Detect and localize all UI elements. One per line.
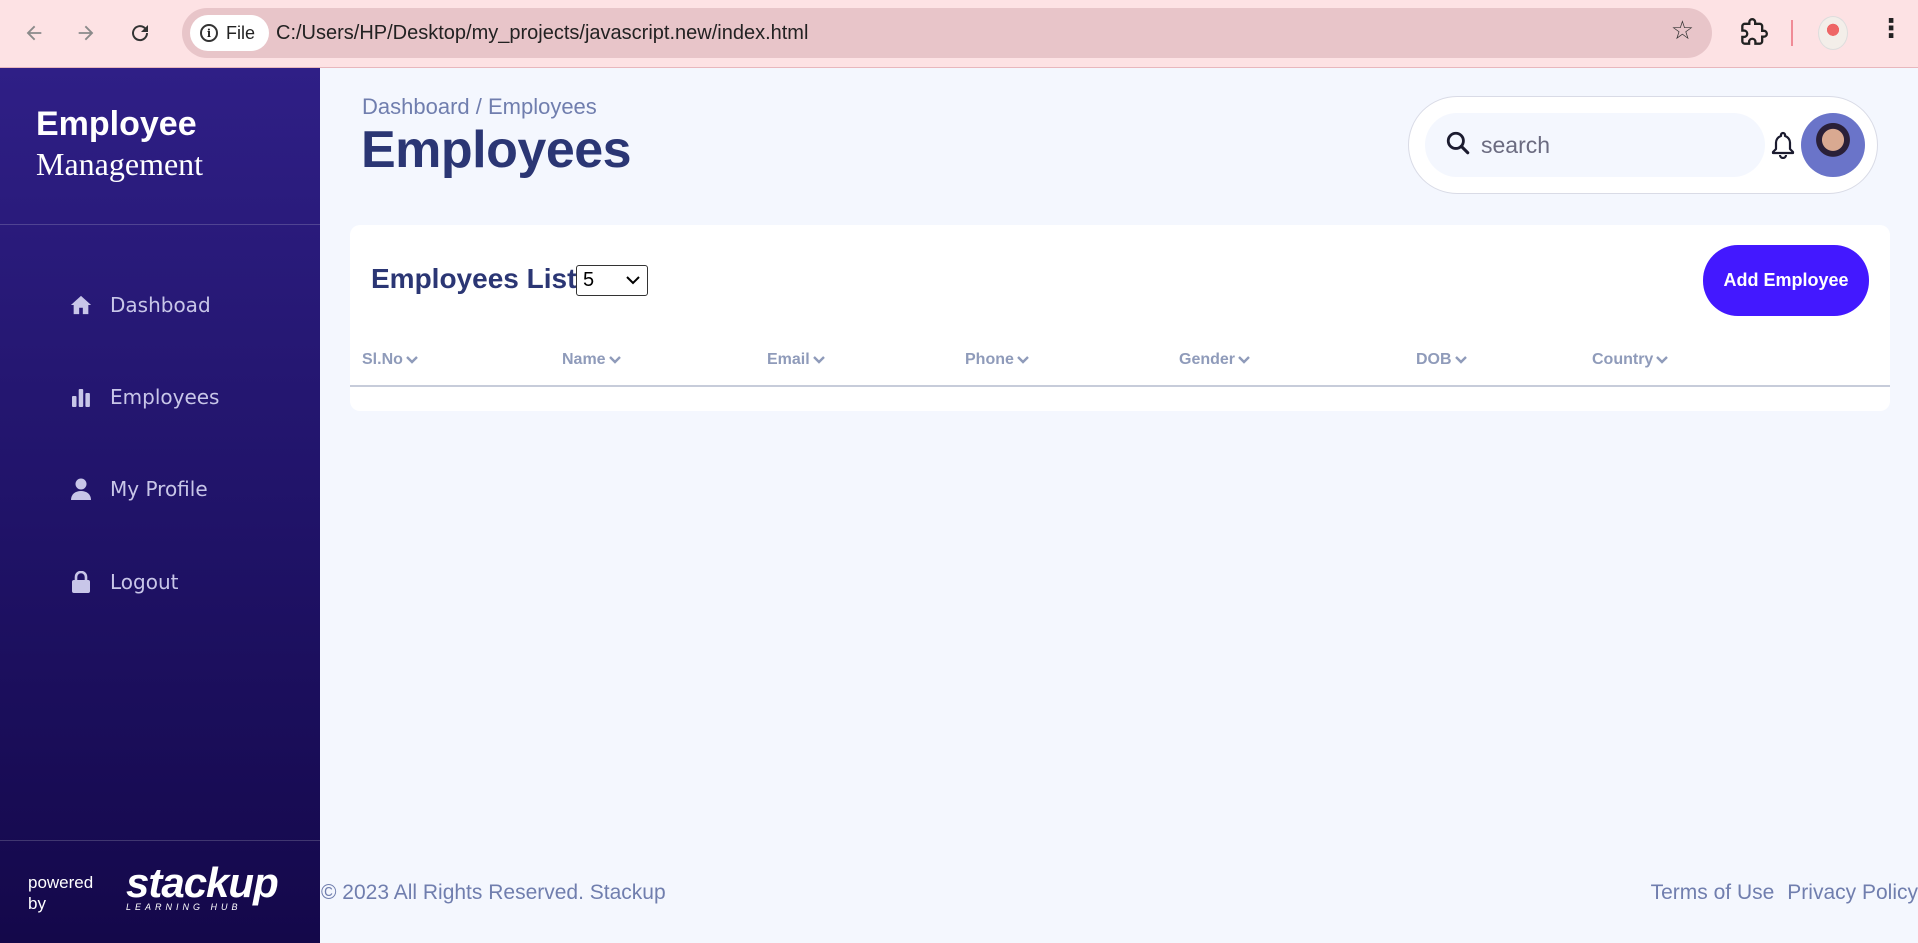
terms-link[interactable]: Terms of Use — [1651, 881, 1775, 905]
reload-icon[interactable] — [124, 17, 156, 49]
privacy-link[interactable]: Privacy Policy — [1787, 881, 1918, 905]
toolbar-separator — [1791, 20, 1793, 46]
column-label: Phone — [965, 351, 1014, 368]
address-bar[interactable]: i File C:/Users/HP/Desktop/my_projects/j… — [182, 8, 1712, 58]
column-label: Name — [562, 351, 606, 368]
search-box[interactable] — [1425, 113, 1765, 177]
stackup-logo-word: stackup — [126, 859, 279, 906]
bookmark-star-icon[interactable]: ☆ — [1671, 16, 1694, 46]
add-employee-button[interactable]: Add Employee — [1703, 245, 1869, 316]
bar-chart-icon — [70, 386, 92, 408]
sort-chevron-icon — [1237, 353, 1251, 368]
column-label: Country — [1592, 351, 1654, 368]
sort-chevron-icon — [1454, 353, 1468, 368]
brand-title-bottom: Management — [36, 146, 204, 182]
column-label: Email — [767, 351, 810, 368]
forward-arrow-icon[interactable] — [70, 17, 102, 49]
sort-chevron-icon — [812, 353, 826, 368]
sidebar-footer-divider — [0, 840, 320, 841]
browser-toolbar: i File C:/Users/HP/Desktop/my_projects/j… — [0, 0, 1918, 68]
url-text[interactable]: C:/Users/HP/Desktop/my_projects/javascri… — [276, 8, 808, 58]
sidebar-item-logout[interactable]: Logout — [70, 570, 178, 594]
info-icon: i — [200, 24, 218, 42]
column-header-dob[interactable]: DOB — [1416, 351, 1468, 369]
lock-icon — [70, 571, 92, 593]
column-header-slno[interactable]: Sl.No — [362, 351, 419, 369]
sidebar-item-employees[interactable]: Employees — [70, 385, 219, 409]
sidebar-divider — [0, 224, 320, 225]
file-label: File — [226, 22, 256, 43]
sort-chevron-icon — [405, 353, 419, 368]
sort-chevron-icon — [1655, 353, 1669, 368]
column-header-email[interactable]: Email — [767, 351, 826, 369]
column-header-country[interactable]: Country — [1592, 351, 1669, 369]
user-icon — [70, 478, 92, 500]
breadcrumb: Dashboard / Employees — [362, 94, 597, 119]
search-icon — [1445, 130, 1471, 160]
sort-chevron-icon — [1016, 353, 1030, 368]
sort-chevron-icon — [608, 353, 622, 368]
page-size-select[interactable]: 5 — [576, 265, 648, 296]
chevron-down-icon — [625, 267, 641, 303]
page-size-value: 5 — [583, 269, 595, 291]
employees-list-title: Employees List — [371, 263, 577, 294]
table-header-divider — [350, 385, 1890, 387]
sidebar: Employee Management Dashboad Employees M… — [0, 68, 320, 943]
footer-links: Terms of Use Privacy Policy — [1651, 881, 1918, 905]
browser-menu-icon[interactable]: ⋮ — [1878, 14, 1904, 44]
back-arrow-icon[interactable] — [18, 17, 50, 49]
header-toolbar — [1408, 96, 1878, 194]
powered-by-text: powered by — [28, 873, 94, 913]
browser-profile-avatar[interactable] — [1818, 16, 1848, 50]
extensions-puzzle-icon[interactable] — [1740, 17, 1768, 49]
brand-logo: Employee Management — [36, 104, 203, 184]
home-icon — [70, 294, 92, 316]
column-header-name[interactable]: Name — [562, 351, 622, 369]
user-avatar[interactable] — [1801, 113, 1865, 177]
notification-bell-icon[interactable] — [1771, 131, 1797, 160]
column-label: Sl.No — [362, 351, 403, 368]
column-header-gender[interactable]: Gender — [1179, 351, 1251, 369]
stackup-logo[interactable]: stackup LEARNING HUB — [126, 859, 279, 913]
copyright-text: © 2023 All Rights Reserved. Stackup — [321, 881, 666, 904]
sidebar-item-label: Dashboad — [110, 293, 211, 317]
page-title: Employees — [361, 121, 632, 179]
column-header-phone[interactable]: Phone — [965, 351, 1030, 369]
sidebar-item-my-profile[interactable]: My Profile — [70, 477, 208, 501]
search-input[interactable] — [1481, 131, 1751, 159]
sidebar-item-label: My Profile — [110, 477, 208, 501]
employees-card: Employees List 5 Add Employee Sl.No Name… — [350, 225, 1890, 411]
column-label: Gender — [1179, 351, 1236, 368]
sidebar-item-label: Logout — [110, 570, 179, 594]
column-label: DOB — [1416, 351, 1452, 368]
brand-title-top: Employee — [36, 105, 197, 143]
sidebar-item-dashboard[interactable]: Dashboad — [70, 293, 211, 317]
sidebar-item-label: Employees — [110, 385, 220, 409]
site-info-chip[interactable]: i File — [190, 15, 270, 51]
